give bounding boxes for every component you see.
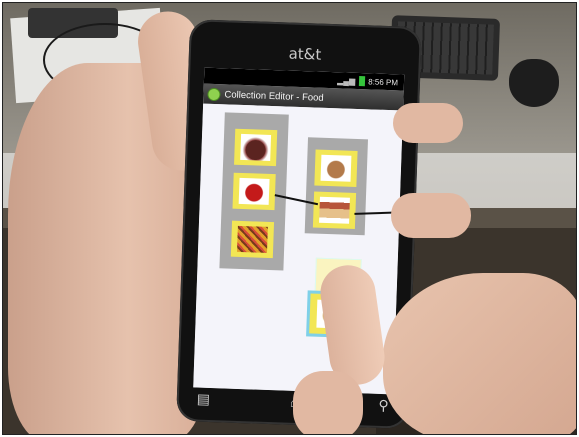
pie-icon bbox=[319, 196, 350, 224]
food-tile[interactable] bbox=[314, 149, 358, 187]
right-finger bbox=[393, 103, 463, 143]
food-tile[interactable] bbox=[312, 191, 357, 229]
muffin-icon bbox=[320, 154, 352, 182]
photo-scene: at&t ▂▄▆ 8:56 PM Collection Editor - Foo… bbox=[0, 0, 579, 437]
android-app-icon bbox=[207, 87, 221, 101]
app-title: Collection Editor - Food bbox=[224, 88, 324, 104]
apple-icon bbox=[238, 177, 270, 205]
right-finger bbox=[391, 193, 471, 238]
candy-icon bbox=[236, 225, 268, 253]
photo-frame: at&t ▂▄▆ 8:56 PM Collection Editor - Foo… bbox=[2, 2, 577, 435]
bottom-thumb bbox=[293, 371, 363, 434]
food-tile[interactable] bbox=[232, 172, 276, 211]
food-tile[interactable] bbox=[230, 220, 275, 259]
menu-icon[interactable]: ▤ bbox=[197, 391, 211, 408]
carrier-logo: at&t bbox=[288, 44, 322, 64]
background-mouse bbox=[509, 59, 559, 107]
chocolate-icon bbox=[240, 133, 272, 161]
status-time: 8:56 PM bbox=[368, 76, 399, 87]
signal-icon: ▂▄▆ bbox=[337, 75, 356, 86]
right-hand bbox=[383, 273, 576, 434]
battery-icon bbox=[359, 76, 366, 87]
food-tile[interactable] bbox=[234, 128, 278, 167]
